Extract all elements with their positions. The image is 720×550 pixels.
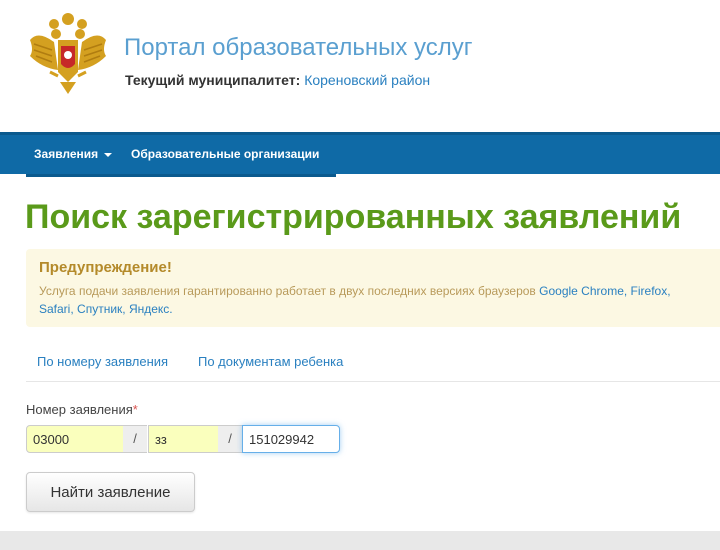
warning-message: Услуга подачи заявления гарантированно р…: [39, 284, 536, 298]
separator-1: /: [123, 425, 147, 453]
warning-title: Предупреждение!: [39, 259, 172, 276]
header: Портал образовательных услуг Текущий мун…: [0, 0, 720, 132]
browser-link-safari[interactable]: Safari,: [39, 302, 74, 316]
russian-coat-of-arms-icon: [30, 13, 106, 94]
main-navbar: Заявления Образовательные организации: [0, 132, 720, 177]
required-mark: *: [132, 402, 138, 417]
application-number-part1-input[interactable]: [26, 425, 124, 453]
browser-warning-alert: Предупреждение! Услуга подачи заявления …: [26, 249, 720, 327]
search-mode-tabs: По номеру заявления По документам ребенк…: [26, 343, 720, 382]
separator-2: /: [218, 425, 242, 453]
page-title: Поиск зарегистрированных заявлений: [25, 198, 682, 236]
tab-by-child-documents[interactable]: По документам ребенка: [198, 354, 343, 369]
browser-link-yandex[interactable]: Яндекс.: [129, 302, 173, 316]
application-number-part2-input[interactable]: [148, 425, 219, 453]
browser-link-sputnik[interactable]: Спутник,: [77, 302, 126, 316]
browser-link-chrome[interactable]: Google Chrome,: [539, 284, 627, 298]
current-municipality: Текущий муниципалитет: Кореновский район: [125, 72, 430, 88]
find-application-button[interactable]: Найти заявление: [26, 472, 195, 512]
field-label-text: Номер заявления: [26, 402, 133, 417]
application-number-part3-input[interactable]: [242, 425, 340, 453]
nav-active-indicator: [26, 174, 336, 177]
municipality-label: Текущий муниципалитет:: [125, 72, 301, 88]
footer-band: [0, 531, 720, 550]
tab-by-application-number[interactable]: По номеру заявления: [37, 354, 168, 369]
municipality-link[interactable]: Кореновский район: [304, 72, 430, 88]
nav-applications-dropdown[interactable]: Заявления: [34, 135, 113, 174]
caret-down-icon: [104, 152, 113, 157]
nav-educational-organizations[interactable]: Образовательные организации: [131, 135, 319, 174]
warning-text: Услуга подачи заявления гарантированно р…: [39, 282, 720, 318]
nav-applications-label: Заявления: [34, 147, 99, 161]
portal-title: Портал образовательных услуг: [124, 34, 473, 61]
application-number-label: Номер заявления*: [26, 402, 138, 417]
browser-link-firefox[interactable]: Firefox,: [631, 284, 671, 298]
